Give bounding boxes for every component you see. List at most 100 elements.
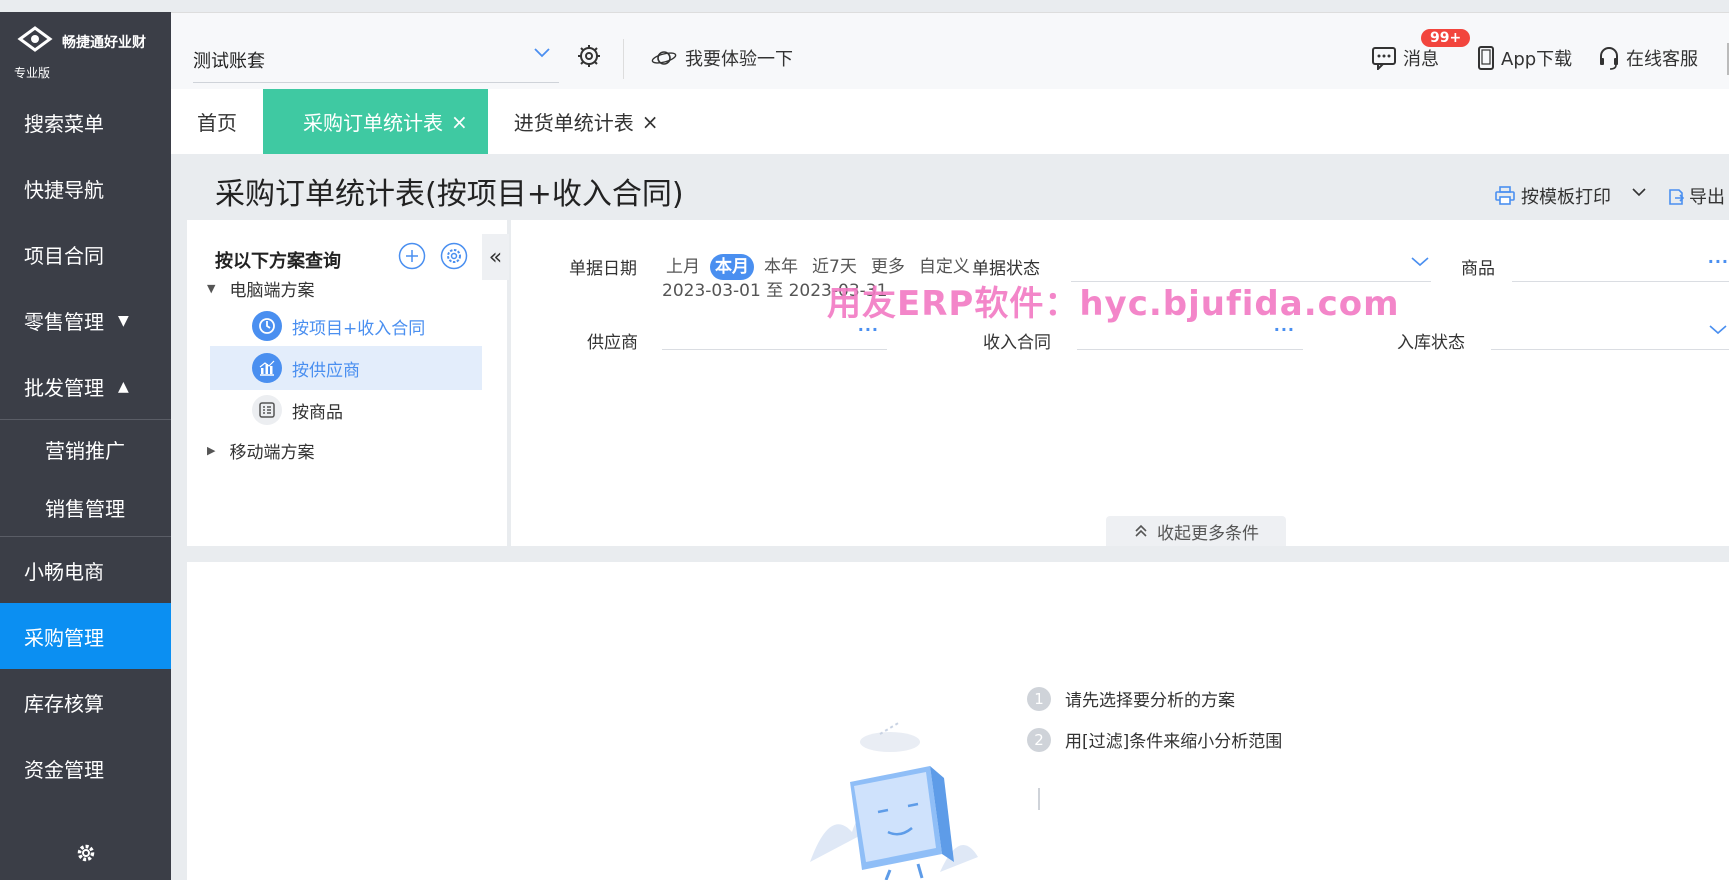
nav-label: 搜索菜单 [24, 112, 104, 136]
collapse-more-conditions-button[interactable]: 收起更多条件 [1106, 516, 1286, 546]
nav-label: 采购管理 [24, 626, 104, 650]
nav-marketing[interactable]: 营销推广 [0, 420, 171, 478]
nav-funds[interactable]: 资金管理 [0, 735, 171, 801]
topbar-divider [623, 39, 624, 79]
nav-label: 快捷导航 [24, 178, 104, 202]
tree-folder-mobile[interactable]: ▶ 移动端方案 [207, 438, 314, 463]
tree-folder-pc[interactable]: ▼ 电脑端方案 [207, 276, 314, 301]
nav-sales[interactable]: 销售管理 [0, 478, 171, 536]
stock-status-select[interactable] [1491, 318, 1729, 350]
tab-label: 首页 [197, 111, 237, 135]
scheme-item-label: 按商品 [292, 402, 343, 423]
customer-service-label: 在线客服 [1626, 49, 1698, 70]
product-input[interactable]: ··· [1512, 250, 1729, 282]
messages-label: 消息 [1403, 49, 1439, 70]
empty-step-1: 1 请先选择要分析的方案 [1027, 686, 1235, 711]
page-title: 采购订单统计表(按项目+收入合同) [215, 177, 684, 212]
list-card-icon [252, 395, 282, 425]
date-label: 单据日期 [569, 259, 637, 279]
close-icon[interactable]: × [642, 110, 659, 134]
add-scheme-icon[interactable] [398, 242, 426, 270]
account-value: 测试账套 [193, 51, 265, 72]
caret-down-icon: ▼ [207, 282, 216, 295]
double-chevron-left-icon: « [488, 244, 503, 270]
planet-icon [651, 51, 677, 65]
filter-panel: 单据日期 上月 本月 本年 近7天 更多 自定义 2023-03-01 至 20… [511, 220, 1729, 546]
tab-label: 进货单统计表 [513, 111, 634, 135]
try-it-button[interactable]: 我要体验一下 [651, 45, 793, 71]
step-text: 请先选择要分析的方案 [1065, 691, 1235, 711]
step-number: 2 [1027, 727, 1051, 752]
scheme-panel: 按以下方案查询 « ▼ 电脑端方案 按项目+收入合同 按供应商 按商品 ▶ 移动… [187, 220, 509, 546]
scheme-item-label: 按项目+收入合同 [292, 318, 426, 339]
export-label: 导出 [1689, 187, 1725, 208]
contract-label: 收入合同 [983, 333, 1051, 353]
clock-chart-icon [252, 311, 282, 341]
tree-folder-label: 电脑端方案 [229, 281, 315, 301]
scheme-item-supplier[interactable]: 按供应商 [210, 346, 482, 390]
caret-up-icon: ▲ [118, 378, 129, 395]
double-chevron-up-icon [1135, 524, 1147, 537]
messages-badge: 99+ [1421, 29, 1471, 47]
export-icon [1669, 189, 1685, 205]
nav-label: 小畅电商 [24, 560, 104, 584]
nav-retail[interactable]: 零售管理 ▼ [0, 287, 171, 353]
nav-label: 销售管理 [45, 497, 125, 521]
nav-project-contract[interactable]: 项目合同 [0, 221, 171, 287]
nav-inventory[interactable]: 库存核算 [0, 669, 171, 735]
tab-home[interactable]: 首页 [171, 89, 263, 154]
watermark-text: 用友ERP软件：hyc.bjufida.com [827, 284, 1400, 324]
sidebar: 畅捷通好业财 专业版 搜索菜单 快捷导航 项目合同 零售管理 ▼ 批发管理 ▲ 营销… [0, 12, 171, 880]
nav-purchase[interactable]: 采购管理 [0, 603, 171, 669]
brand-edition: 专业版 [14, 66, 51, 80]
step-number: 1 [1027, 686, 1051, 711]
tab-bar: 首页 采购订单统计表 × 进货单统计表 × [171, 89, 1729, 154]
gear-icon[interactable] [577, 44, 601, 68]
nav-ecommerce[interactable]: 小畅电商 [0, 537, 171, 603]
step-connector [1038, 788, 1040, 810]
nav-label: 营销推广 [45, 439, 125, 463]
brand-name: 畅捷通好业财 [62, 35, 146, 51]
caret-down-icon: ▼ [118, 312, 129, 329]
close-icon[interactable]: × [451, 110, 468, 134]
account-select[interactable]: 测试账套 [193, 43, 559, 83]
supplier-label: 供应商 [587, 333, 638, 353]
export-button[interactable]: 导出 [1667, 183, 1725, 209]
nav-quick-nav[interactable]: 快捷导航 [0, 155, 171, 221]
empty-step-2: 2 用[过滤]条件来缩小分析范围 [1027, 727, 1282, 752]
more-icon[interactable]: ··· [1708, 252, 1729, 271]
chevron-down-icon[interactable] [1630, 183, 1648, 201]
brand-mark-icon [17, 26, 53, 52]
nav-label: 批发管理 [24, 376, 104, 400]
empty-state-illustration [810, 721, 978, 880]
nav-label: 零售管理 [24, 310, 104, 334]
headset-icon [1600, 47, 1618, 70]
app-download-button[interactable]: App下载 [1477, 45, 1572, 71]
product-label: 商品 [1461, 259, 1495, 279]
result-panel: 1 请先选择要分析的方案 2 用[过滤]条件来缩小分析范围 [187, 562, 1729, 880]
tree-folder-label: 移动端方案 [229, 443, 315, 463]
chevron-down-icon [534, 48, 550, 58]
nav-wholesale[interactable]: 批发管理 ▲ [0, 353, 171, 419]
print-template-button[interactable]: 按模板打印 [1495, 183, 1611, 209]
tab-label: 采购订单统计表 [303, 111, 443, 135]
tab-purchase-order-stats[interactable]: 采购订单统计表 × [263, 89, 488, 154]
nav-label: 项目合同 [24, 244, 104, 268]
top-bar: 测试账套 我要体验一下 消息 99+ App下载 在线客服 [171, 12, 1729, 89]
brand-logo[interactable]: 畅捷通好业财 专业版 [0, 12, 171, 89]
messages-button[interactable]: 消息 [1371, 45, 1439, 71]
stock-status-label: 入库状态 [1397, 333, 1465, 353]
sidebar-settings[interactable] [0, 826, 171, 880]
customer-service-button[interactable]: 在线客服 [1598, 45, 1698, 71]
caret-right-icon: ▶ [207, 444, 216, 457]
scheme-settings-icon[interactable] [440, 242, 468, 270]
step-text: 用[过滤]条件来缩小分析范围 [1065, 732, 1283, 752]
scheme-item-product[interactable]: 按商品 [210, 388, 482, 432]
scheme-item-project-contract[interactable]: 按项目+收入合同 [210, 304, 482, 348]
nav-label: 库存核算 [24, 692, 104, 716]
phone-icon [1478, 46, 1494, 70]
tab-receipt-stats[interactable]: 进货单统计表 × [488, 89, 685, 154]
nav-search-menu[interactable]: 搜索菜单 [0, 89, 171, 155]
collapse-panel-button[interactable]: « [482, 234, 509, 280]
printer-icon [1495, 186, 1515, 205]
